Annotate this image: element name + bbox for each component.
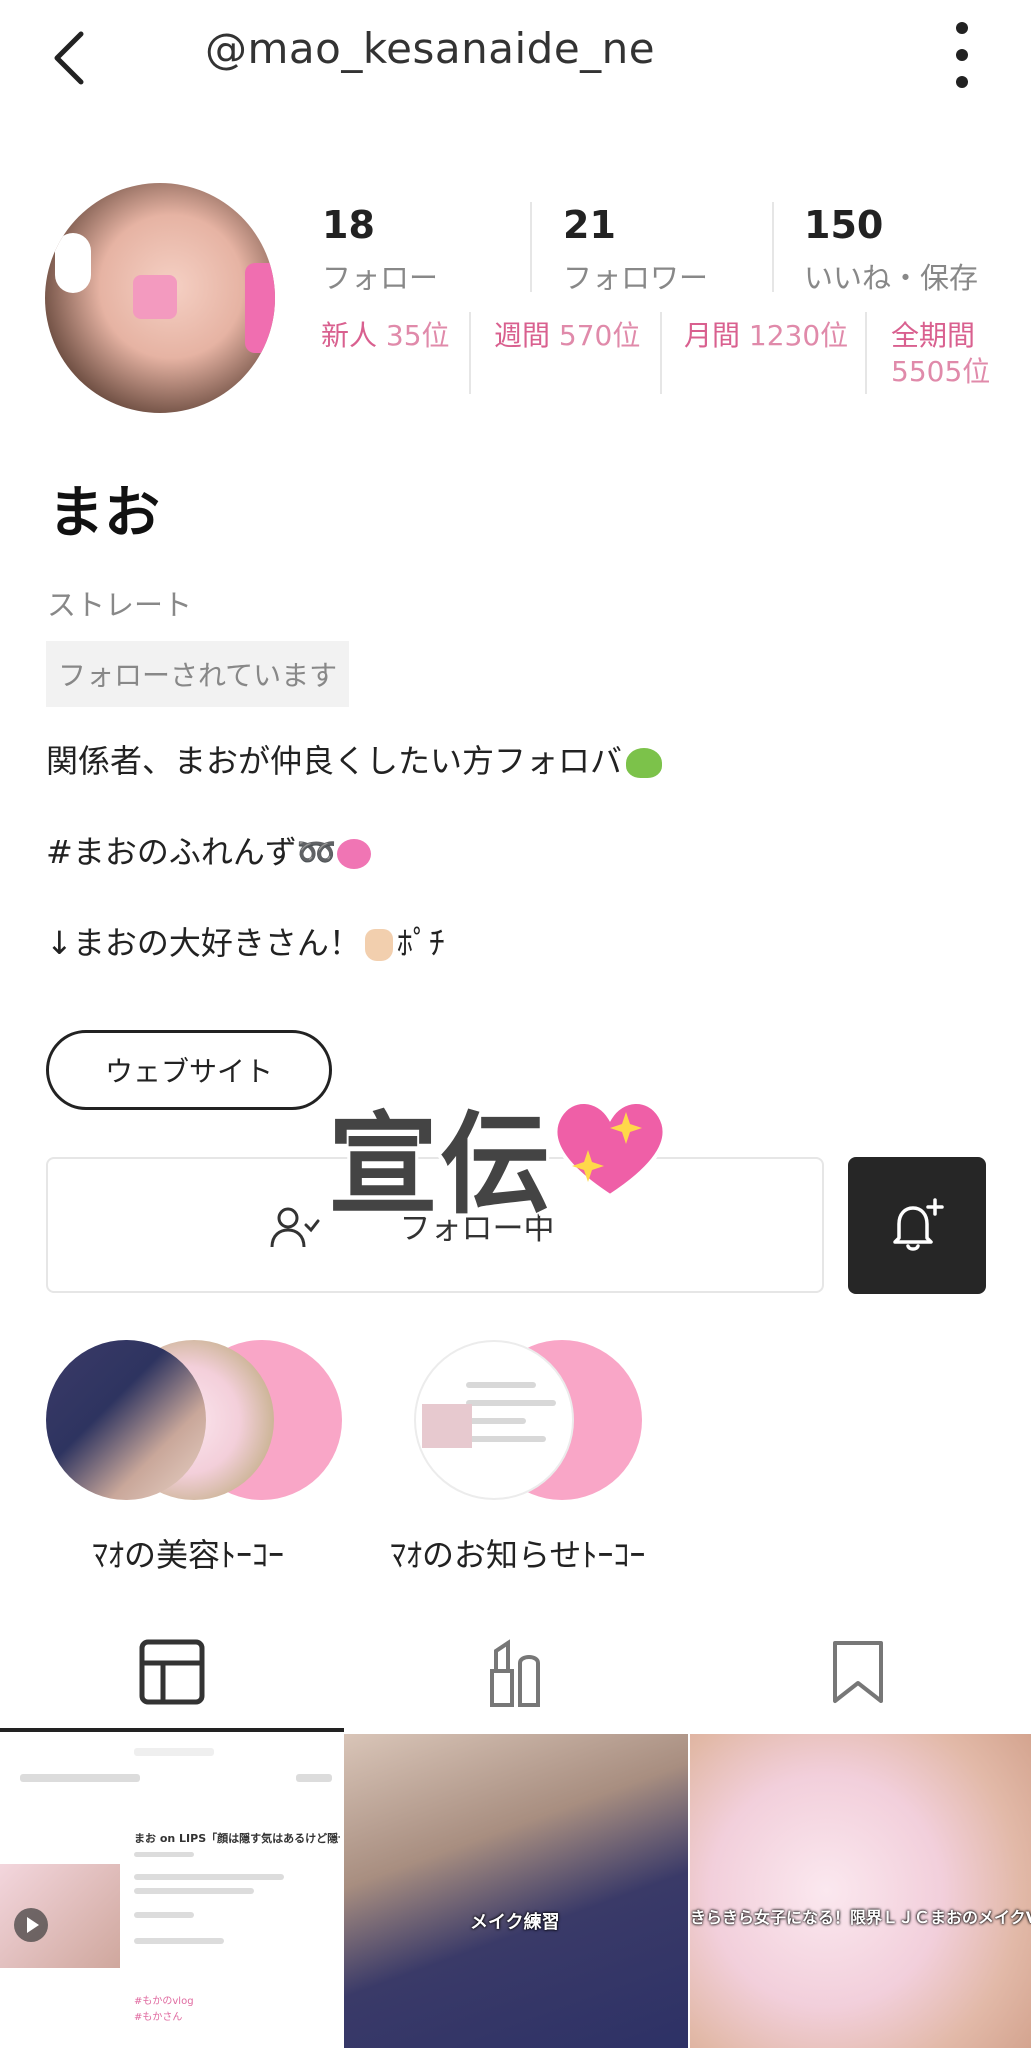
grid-icon [139,1639,205,1705]
rank-label: 全期間 [891,319,976,352]
rank-value: 35位 [385,319,450,352]
two-hearts-emoji-icon [336,839,371,869]
collection-beauty-posts[interactable]: ﾏｵの美容ﾄｰｺｰ [46,1340,346,1574]
divider [530,202,532,292]
sparkling-heart-icon [553,1100,667,1199]
follower-count[interactable]: 21 フォロワー [563,203,708,303]
more-dot-icon [956,76,968,89]
pixel-nose-sticker-icon [133,275,177,319]
frog-emoji-icon [626,748,663,778]
display-name: まお [48,481,160,546]
post-title: まお on LIPS「顔は隠す気はあるけど隠せなかったデス笑 [134,1832,340,1845]
collection-cover-stack [46,1340,346,1500]
bio-hashtag[interactable]: #まおのふれんず➿ [46,833,337,871]
tab-posts[interactable] [122,1632,222,1712]
rank-label: 週間 [494,319,551,352]
post-caption: メイク練習 [470,1912,560,1933]
rank-label: 新人 [321,319,378,352]
bio-text: ↓まおの大好きさん！ [46,924,361,962]
tab-saved[interactable] [808,1632,908,1712]
divider [660,312,662,394]
play-icon [14,1908,48,1942]
chevron-left-icon [54,31,84,85]
post-hashtag: #もかさん [134,2012,183,2023]
collection-title: ﾏｵのお知らせﾄｰｺｰ [390,1536,646,1574]
rank-all-time[interactable]: 全期間 5505位 [891,318,990,391]
pixel-heart-sticker-icon [245,263,275,353]
rank-weekly[interactable]: 週間 570位 [494,318,640,354]
follows-you-badge: フォローされています [46,641,350,707]
post-thumbnail[interactable]: まお on LIPS「顔は隠す気はあるけど隠せなかったデス笑 #もかのvlog … [0,1734,342,2048]
following-count[interactable]: 18 フォロー [322,203,438,303]
bio-line: 関係者、まおが仲良くしたい方フォロバ [46,736,663,782]
notification-bell-button[interactable] [848,1157,986,1294]
more-options-button[interactable] [940,10,984,100]
likes-saves-count-label: いいね・保存 [804,261,979,295]
profile-username: @mao_kesanaide_ne [205,24,656,73]
rank-newcomer[interactable]: 新人 35位 [321,318,450,354]
collection-announcement-posts[interactable]: ﾏｵのお知らせﾄｰｺｰ [390,1340,714,1574]
rank-value: 1230位 [748,319,849,352]
post-caption: きらきら女子になる！限界ＬＪＣまおのメイクVLOG [690,1908,1031,1927]
rank-value: 5505位 [891,355,991,389]
follower-count-label: フォロワー [563,261,709,295]
bio-line: ↓まおの大好きさん！ ﾎﾟﾁ [46,918,445,964]
skin-type: ストレート [47,588,193,622]
user-check-icon [270,1207,320,1248]
collection-cover [46,1340,206,1500]
collection-title: ﾏｵの美容ﾄｰｺｰ [92,1536,285,1574]
rank-label: 月間 [684,319,741,352]
bio-text: ﾎﾟﾁ [396,924,445,962]
back-button[interactable] [44,26,94,90]
website-button[interactable]: ウェブサイト [46,1030,332,1110]
cosmetics-icon [490,1639,540,1707]
divider [865,312,867,394]
post-thumbnail[interactable]: メイク練習 [344,1734,688,2048]
posts-grid: まお on LIPS「顔は隠す気はあるけど隠せなかったデス笑 #もかのvlog … [0,1734,1031,2048]
pointing-finger-emoji-icon [364,929,393,961]
bio-line: #まおのふれんず➿ [46,827,371,873]
collection-cover [414,1340,574,1500]
likes-saves-count[interactable]: 150 いいね・保存 [804,203,978,303]
divider [469,312,471,394]
avatar[interactable] [45,183,275,413]
bio-text: 関係者、まおが仲良くしたい方フォロバ [46,742,623,780]
collection-cover-stack [414,1340,714,1500]
likes-saves-count-value: 150 [804,203,884,247]
rank-value: 570位 [558,319,641,352]
rank-monthly[interactable]: 月間 1230位 [684,318,848,354]
following-count-value: 18 [322,203,375,247]
following-count-label: フォロー [322,261,439,295]
tab-products[interactable] [466,1632,566,1712]
header: @mao_kesanaide_ne [0,0,1031,110]
more-dot-icon [956,21,968,34]
bell-plus-icon [893,1197,944,1251]
profile-tabs [0,1618,1031,1732]
more-dot-icon [956,48,968,61]
post-hashtag: #もかのvlog [134,1996,194,2007]
divider [772,202,774,292]
follower-count-value: 21 [563,203,616,247]
bunny-sticker-icon [55,233,91,293]
bookmark-icon [833,1641,883,1703]
promo-overlay-text: 宣伝 [328,1101,552,1229]
active-tab-indicator [0,1728,344,1732]
post-thumbnail[interactable]: きらきら女子になる！限界ＬＪＣまおのメイクVLOG [690,1734,1031,2048]
